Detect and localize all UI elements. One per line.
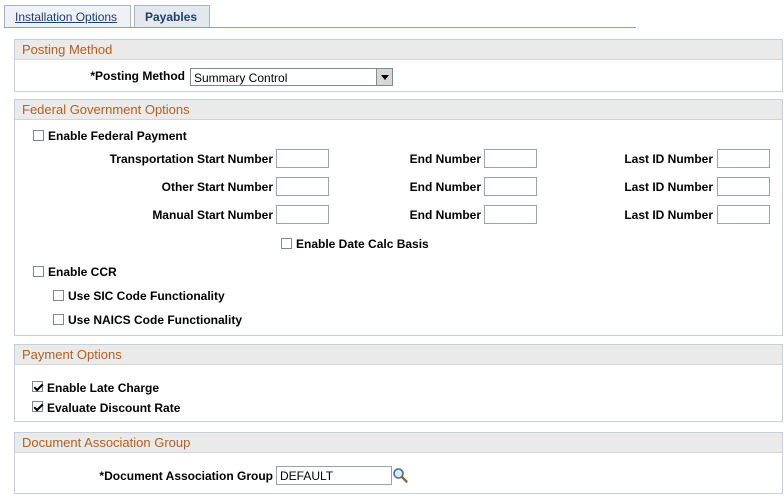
enable-late-charge-label: Enable Late Charge [47,381,160,395]
use-naics-checkbox[interactable] [53,314,64,325]
enable-federal-payment-label: Enable Federal Payment [48,129,187,143]
manual-end-label: End Number [409,208,481,222]
other-end-input[interactable] [484,177,537,196]
other-last-id-label: Last ID Number [624,180,713,194]
document-association-header: Document Association Group [15,433,782,453]
other-end-label: End Number [409,180,481,194]
tab-payables-label: Payables [145,10,198,24]
posting-method-value: Summary Control [194,71,288,85]
enable-ccr-label: Enable CCR [48,265,117,279]
use-sic-label: Use SIC Code Functionality [68,289,225,303]
tab-divider [4,27,636,28]
use-sic-checkbox[interactable] [53,290,64,301]
other-start-input[interactable] [276,177,329,196]
enable-date-calc-label: Enable Date Calc Basis [296,237,429,251]
posting-method-label: *Posting Method [90,69,185,83]
posting-method-select[interactable]: Summary Control [190,68,393,86]
manual-start-input[interactable] [276,205,329,224]
transportation-end-input[interactable] [484,149,537,168]
other-start-label: Other Start Number [161,180,273,194]
evaluate-discount-rate-label: Evaluate Discount Rate [47,401,181,415]
evaluate-discount-rate-checkbox[interactable] [32,401,43,412]
manual-last-id-label: Last ID Number [624,208,713,222]
federal-options-header: Federal Government Options [15,100,782,120]
posting-method-section: Posting Method *Posting Method Summary C… [14,39,783,92]
manual-end-input[interactable] [484,205,537,224]
transportation-start-label: Transportation Start Number [109,152,273,166]
transportation-last-id-input[interactable] [717,149,770,168]
use-naics-label: Use NAICS Code Functionality [68,313,243,327]
other-last-id-input[interactable] [717,177,770,196]
enable-date-calc-checkbox[interactable] [281,238,292,249]
document-association-input[interactable] [276,466,392,485]
enable-federal-payment-checkbox[interactable] [33,130,44,141]
posting-method-header: Posting Method [15,40,782,60]
manual-last-id-input[interactable] [717,205,770,224]
payment-options-section: Payment Options Enable Late Charge Evalu… [14,344,783,422]
manual-start-label: Manual Start Number [152,208,273,222]
federal-options-section: Federal Government Options Enable Federa… [14,99,783,336]
enable-late-charge-checkbox[interactable] [32,381,43,392]
chevron-down-icon[interactable] [376,69,392,85]
document-association-label: *Document Association Group [99,469,273,483]
magnifier-lookup-icon[interactable] [392,467,408,483]
tab-installation-options-label: Installation Options [15,10,118,24]
transportation-last-id-label: Last ID Number [624,152,713,166]
document-association-section: Document Association Group *Document Ass… [14,432,783,494]
enable-ccr-checkbox[interactable] [33,266,44,277]
tab-payables[interactable]: Payables [134,5,210,27]
transportation-start-input[interactable] [276,149,329,168]
tab-installation-options[interactable]: Installation Options [4,5,131,27]
transportation-end-label: End Number [409,152,481,166]
payment-options-header: Payment Options [15,345,782,365]
